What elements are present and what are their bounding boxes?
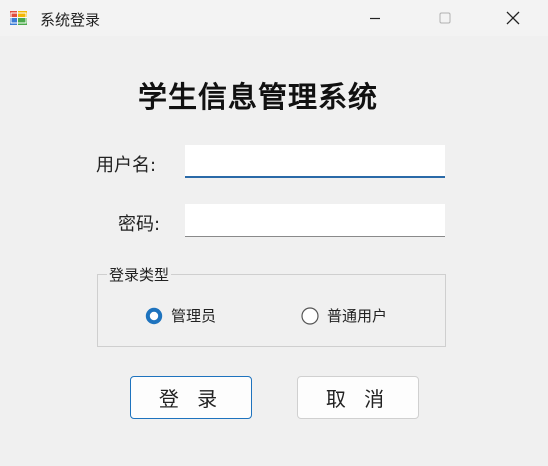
- app-icon: [10, 10, 28, 26]
- cancel-button[interactable]: 取 消: [297, 376, 419, 419]
- login-type-legend: 登录类型: [107, 264, 172, 285]
- window-title: 系统登录: [40, 11, 101, 29]
- close-icon: [506, 11, 520, 25]
- minimize-icon: [370, 17, 380, 20]
- login-button[interactable]: 登 录: [130, 376, 252, 419]
- radio-admin[interactable]: 管理员: [145, 305, 216, 326]
- radio-selected-icon: [145, 307, 163, 324]
- radio-normal-user[interactable]: 普通用户: [301, 305, 387, 326]
- maximize-button[interactable]: [422, 0, 468, 36]
- radio-normal-user-label: 普通用户: [327, 307, 388, 325]
- password-label: 密码:: [118, 214, 161, 235]
- radio-admin-label: 管理员: [171, 307, 217, 325]
- close-button[interactable]: [490, 0, 536, 36]
- radio-unselected-icon: [301, 306, 319, 325]
- title-bar: 系统登录: [0, 0, 548, 36]
- minimize-button[interactable]: [352, 0, 398, 36]
- maximize-icon: [439, 12, 451, 24]
- password-input[interactable]: [185, 204, 445, 237]
- page-title: 学生信息管理系统: [137, 80, 378, 114]
- username-label: 用户名:: [96, 155, 157, 176]
- username-input[interactable]: [185, 145, 445, 178]
